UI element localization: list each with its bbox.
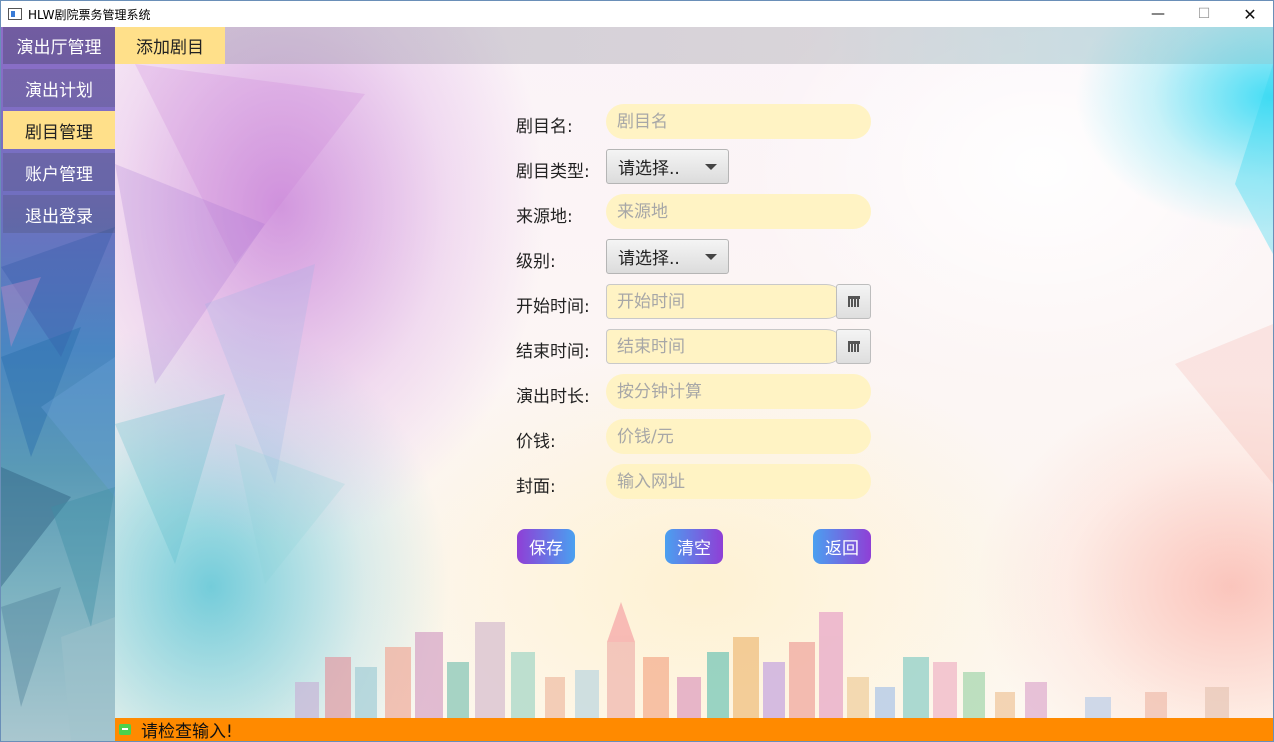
window-title: HLW剧院票务管理系统	[28, 7, 151, 22]
origin-input[interactable]	[606, 194, 871, 229]
price-label: 价钱:	[516, 432, 556, 452]
status-message-icon	[119, 724, 131, 735]
start-time-calendar-button[interactable]	[836, 284, 871, 319]
close-button[interactable]: ✕	[1227, 1, 1273, 27]
origin-label: 来源地:	[516, 207, 573, 227]
status-message: 请检查输入!	[141, 722, 233, 741]
maximize-button[interactable]: ☐	[1181, 1, 1227, 27]
end-time-input[interactable]	[606, 329, 844, 364]
play-type-value: 请选择..	[618, 159, 680, 179]
sidebar-item-performance-plan[interactable]: 演出计划	[3, 69, 115, 107]
clear-button[interactable]: 清空	[665, 529, 723, 564]
dropdown-arrow-icon	[705, 254, 717, 260]
title-bar[interactable]: HLW剧院票务管理系统 — ☐ ✕	[1, 1, 1273, 27]
status-bar: 请检查输入!	[115, 718, 1273, 741]
save-button[interactable]: 保存	[517, 529, 575, 564]
calendar-icon	[847, 296, 860, 307]
start-time-input[interactable]	[606, 284, 844, 319]
start-time-label: 开始时间:	[516, 297, 590, 317]
minimize-button[interactable]: —	[1135, 1, 1181, 27]
background-polygon-art	[115, 64, 1273, 584]
city-skyline-illustration	[295, 602, 1229, 718]
app-window: HLW剧院票务管理系统 — ☐ ✕ 演出厅管理 演出计划 剧目管理 账户管理 退…	[0, 0, 1274, 742]
play-name-label: 剧目名:	[516, 117, 573, 137]
app-icon	[8, 8, 22, 20]
play-type-label: 剧目类型:	[516, 162, 590, 182]
sidebar-item-play-management[interactable]: 剧目管理	[3, 111, 115, 149]
sidebar-item-account-management[interactable]: 账户管理	[3, 153, 115, 191]
main-content: 演出厅管理 演出计划 剧目管理 账户管理 退出登录 添加剧目 剧目名: 剧目类型…	[1, 27, 1273, 741]
play-name-input[interactable]	[606, 104, 871, 139]
end-time-label: 结束时间:	[516, 342, 590, 362]
calendar-icon	[847, 341, 860, 352]
level-label: 级别:	[516, 252, 556, 272]
level-value: 请选择..	[618, 249, 680, 269]
end-time-calendar-button[interactable]	[836, 329, 871, 364]
duration-label: 演出时长:	[516, 387, 590, 407]
price-input[interactable]	[606, 419, 871, 454]
dropdown-arrow-icon	[705, 164, 717, 170]
end-time-picker	[606, 329, 871, 364]
level-select[interactable]: 请选择..	[606, 239, 729, 274]
sidebar-item-hall-management[interactable]: 演出厅管理	[3, 27, 115, 64]
duration-input[interactable]	[606, 374, 871, 409]
cover-label: 封面:	[516, 477, 556, 497]
tab-add-play[interactable]: 添加剧目	[115, 27, 225, 64]
play-type-select[interactable]: 请选择..	[606, 149, 729, 184]
cover-url-input[interactable]	[606, 464, 871, 499]
start-time-picker	[606, 284, 871, 319]
tab-strip	[115, 27, 1273, 64]
back-button[interactable]: 返回	[813, 529, 871, 564]
sidebar-item-logout[interactable]: 退出登录	[3, 195, 115, 233]
